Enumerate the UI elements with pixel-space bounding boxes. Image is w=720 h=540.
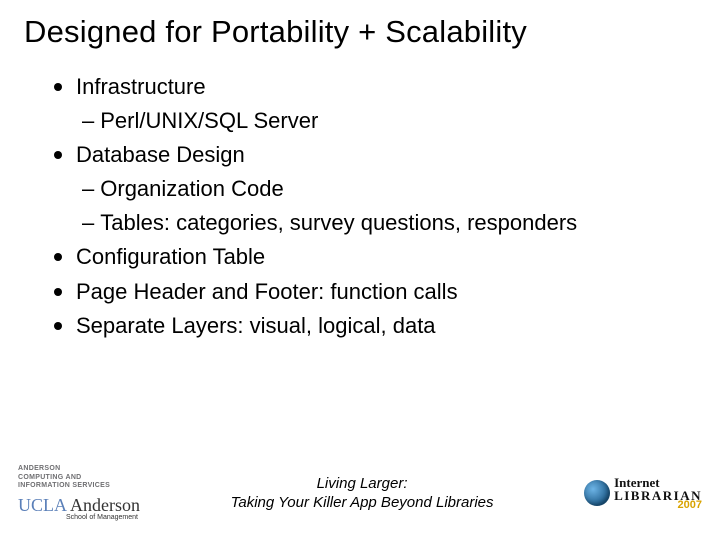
bullet-icon: [54, 288, 62, 296]
ucla-main: UCLA: [18, 495, 67, 516]
conference-logo: Internet LIBRARIAN 2007: [584, 476, 702, 511]
footer: ANDERSON COMPUTING AND INFORMATION SERVI…: [0, 458, 720, 528]
ucla-brand: Anderson: [70, 495, 140, 516]
caption-line: Living Larger:: [231, 474, 494, 494]
list-item: Separate Layers: visual, logical, data: [54, 309, 692, 343]
sub-text: Perl/UNIX/SQL Server: [100, 104, 318, 138]
list-sub-item: – Perl/UNIX/SQL Server: [54, 104, 692, 138]
list-sub-item: – Organization Code: [54, 172, 692, 206]
bullet-icon: [54, 322, 62, 330]
bullet-icon: [54, 253, 62, 261]
acis-logo: ANDERSON COMPUTING AND INFORMATION SERVI…: [18, 465, 140, 490]
conference-text: Internet LIBRARIAN 2007: [614, 476, 702, 511]
bullet-text: Page Header and Footer: function calls: [76, 275, 458, 309]
acis-line: COMPUTING AND: [18, 474, 140, 482]
dash-icon: –: [82, 104, 94, 138]
list-item: Page Header and Footer: function calls: [54, 275, 692, 309]
sub-text: Organization Code: [100, 172, 283, 206]
sub-text: Tables: categories, survey questions, re…: [100, 206, 577, 240]
conf-top: Internet: [614, 476, 702, 489]
slide: Designed for Portability + Scalability I…: [0, 0, 720, 540]
list-sub-item: – Tables: categories, survey questions, …: [54, 206, 692, 240]
bullet-text: Infrastructure: [76, 70, 206, 104]
globe-icon: [584, 480, 610, 506]
bullet-text: Configuration Table: [76, 240, 265, 274]
ucla-logo: UCLA Anderson School of Management: [18, 495, 140, 521]
dash-icon: –: [82, 172, 94, 206]
acis-line: INFORMATION SERVICES: [18, 482, 140, 490]
acis-line: ANDERSON: [18, 465, 140, 473]
caption-line: Taking Your Killer App Beyond Libraries: [231, 493, 494, 513]
left-logo-block: ANDERSON COMPUTING AND INFORMATION SERVI…: [18, 465, 140, 520]
slide-body: Infrastructure – Perl/UNIX/SQL Server Da…: [0, 56, 720, 343]
list-item: Configuration Table: [54, 240, 692, 274]
bullet-icon: [54, 151, 62, 159]
bullet-icon: [54, 83, 62, 91]
bullet-text: Separate Layers: visual, logical, data: [76, 309, 436, 343]
list-item: Database Design: [54, 138, 692, 172]
dash-icon: –: [82, 206, 94, 240]
list-item: Infrastructure: [54, 70, 692, 104]
page-title: Designed for Portability + Scalability: [0, 0, 720, 56]
conf-year: 2007: [678, 500, 702, 511]
footer-caption: Living Larger: Taking Your Killer App Be…: [231, 474, 494, 513]
bullet-text: Database Design: [76, 138, 245, 172]
